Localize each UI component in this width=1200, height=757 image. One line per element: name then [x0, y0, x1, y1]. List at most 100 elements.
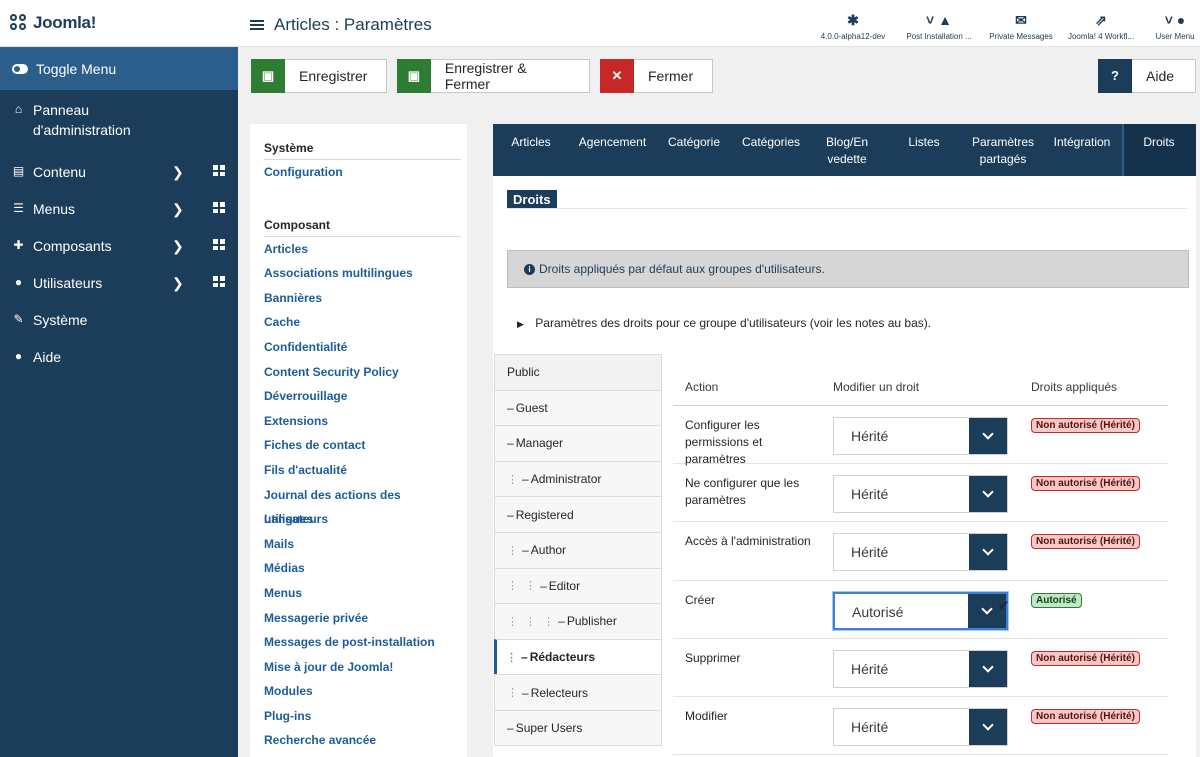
permission-select-value: Hérité	[851, 486, 889, 503]
option-link[interactable]: Messages de post-installation	[264, 630, 461, 655]
permission-select[interactable]: Hérité	[833, 417, 1008, 455]
status-badge: Non autorisé (Hérité)	[1031, 708, 1140, 724]
envelope-icon: ✉	[1015, 12, 1027, 28]
user-group-label: Guest	[515, 400, 548, 415]
user-group-item[interactable]: ⋮ ⋮ ⋮ – Publisher	[494, 603, 662, 639]
save-close-button[interactable]: ▣ Enregistrer & Fermer	[397, 58, 590, 93]
save-button[interactable]: ▣ Enregistrer	[251, 58, 387, 93]
user-group-item[interactable]: Public	[494, 354, 662, 390]
option-link[interactable]: Déverrouillage	[264, 384, 461, 409]
tab[interactable]: Articles	[493, 124, 569, 176]
help-button[interactable]: ? Aide	[1098, 58, 1196, 93]
user-group-label: Relecteurs	[530, 685, 589, 700]
external-link-icon: ⇗	[1095, 12, 1107, 28]
user-group-item[interactable]: – Manager	[494, 425, 662, 461]
check-icon: ✔	[998, 597, 1009, 613]
tab[interactable]: Blog/En vedette	[810, 124, 884, 176]
chevron-down-icon	[969, 534, 1007, 571]
header-button[interactable]: ˅ ▲ Post Installation ...	[904, 12, 974, 41]
tab[interactable]: Catégorie	[656, 124, 732, 176]
sidebar-item-label: Contenu	[33, 164, 86, 180]
details-toggle[interactable]: ▶ Paramètres des droits pour ce groupe d…	[517, 316, 931, 330]
table-row: Ne configurer que les paramètres Hérité No…	[673, 464, 1168, 523]
user-group-label: Publisher	[566, 614, 617, 629]
users-icon: ●	[14, 275, 23, 289]
user-group-item[interactable]: ⋮ – Administrator	[494, 460, 662, 497]
user-group-item[interactable]: ⋮ – Rédacteurs	[494, 638, 662, 675]
option-link[interactable]: Médias	[264, 556, 461, 581]
option-link[interactable]: Recherche avancée	[264, 728, 461, 753]
option-link[interactable]: Messagerie privée	[264, 606, 461, 631]
permission-select[interactable]: Hérité	[833, 707, 1008, 746]
chevron-down-icon	[969, 476, 1007, 513]
option-link[interactable]: Redirections	[264, 753, 461, 757]
sidebar-item-label: Système	[33, 312, 88, 328]
main-card: Articles Agencement Catégorie Catégories Blo…	[493, 124, 1196, 757]
dashboard-grid-icon[interactable]	[213, 202, 225, 213]
option-link[interactable]: Fiches de contact	[264, 433, 461, 458]
option-link[interactable]: Confidentialité	[264, 335, 461, 360]
sidebar-item[interactable]: ▤ Contenu ❯	[0, 162, 238, 182]
user-group-item[interactable]: ⋮ – Author	[494, 531, 662, 568]
option-link[interactable]: Cache	[264, 310, 461, 335]
table-row: Modifier Hérité Non autorisé (Hérité)	[673, 697, 1168, 756]
header-button-label: Joomla! 4 Workfl...	[1067, 32, 1135, 41]
sidebar-item[interactable]: ● Aide	[0, 347, 238, 367]
logo[interactable]: Joomla!	[0, 0, 238, 47]
action-label: Accès à l'administration	[685, 534, 811, 549]
permission-select[interactable]: Hérité	[833, 475, 1008, 514]
option-link[interactable]: Plug-ins	[264, 704, 461, 729]
chevron-right-icon[interactable]: ❯	[172, 238, 184, 255]
permission-select-value: Autorisé	[852, 603, 904, 620]
sidebar-item[interactable]: ● Utilisateurs ❯	[0, 273, 238, 293]
permission-select[interactable]: Autorisé	[833, 591, 1008, 630]
chevron-right-icon[interactable]: ❯	[172, 164, 184, 181]
dashboard-grid-icon[interactable]	[213, 165, 225, 176]
option-link[interactable]: Bannières	[264, 286, 461, 311]
option-link[interactable]: Langues	[264, 507, 461, 532]
status-badge: Non autorisé (Hérité)	[1031, 418, 1140, 433]
option-link[interactable]: Fils d'actualité	[264, 458, 461, 483]
permission-select[interactable]: Hérité	[833, 649, 1008, 688]
tab[interactable]: Agencement	[569, 124, 656, 176]
tab[interactable]: Droits	[1122, 124, 1196, 176]
user-group-item[interactable]: – Guest	[494, 389, 662, 426]
chevron-right-icon[interactable]: ❯	[172, 275, 184, 292]
user-group-item[interactable]: – Super Users	[494, 709, 662, 746]
option-link[interactable]: Mise à jour de Joomla!	[264, 655, 461, 680]
header-button[interactable]: ⇗ Joomla! 4 Workfl...	[1066, 12, 1136, 41]
option-link[interactable]: Content Security Policy	[264, 360, 461, 385]
page-title: Articles : Paramètres	[250, 15, 432, 35]
sidebar-item[interactable]: ✎ Système	[0, 310, 238, 330]
permission-select[interactable]: Hérité	[833, 533, 1008, 572]
dashboard-grid-icon[interactable]	[213, 276, 225, 287]
header-button[interactable]: ✉ Private Messages	[986, 12, 1056, 41]
option-link[interactable]: Associations multilingues	[264, 261, 461, 286]
user-group-item[interactable]: ⋮ – Relecteurs	[494, 674, 662, 710]
sidebar-item[interactable]: ✚ Composants ❯	[0, 236, 238, 256]
tab[interactable]: Listes	[884, 124, 964, 176]
option-link[interactable]: Configuration	[264, 160, 461, 185]
status-badge: Non autorisé (Hérité)	[1031, 650, 1140, 666]
sidebar-item[interactable]: ☰ Menus ❯	[0, 199, 238, 219]
status-badge: Non autorisé (Hérité)	[1031, 534, 1140, 550]
option-link[interactable]: Extensions	[264, 409, 461, 434]
user-group-item[interactable]: ⋮ ⋮ – Editor	[494, 567, 662, 604]
option-link[interactable]: Journal des actions des utilisateurs	[264, 483, 461, 526]
close-button[interactable]: ✕ Fermer	[600, 58, 713, 93]
dashboard-grid-icon[interactable]	[213, 239, 225, 250]
option-link[interactable]: Menus	[264, 581, 461, 606]
tab[interactable]: Catégories	[732, 124, 810, 176]
user-group-label: Registered	[515, 507, 574, 522]
tab[interactable]: Intégration	[1042, 124, 1122, 176]
header-button[interactable]: ✱ 4.0.0-alpha12-dev	[818, 12, 888, 41]
option-link[interactable]: Modules	[264, 679, 461, 704]
option-link[interactable]: Articles	[264, 237, 461, 262]
toggle-menu-button[interactable]: Toggle Menu	[0, 47, 238, 90]
chevron-right-icon[interactable]: ❯	[172, 201, 184, 218]
user-group-item[interactable]: – Registered	[494, 496, 662, 532]
tab[interactable]: Paramètres partagés	[964, 124, 1042, 176]
sidebar-item[interactable]: ⌂ Panneau d'administration	[0, 100, 238, 140]
header-button[interactable]: ˅ ● User Menu	[1150, 12, 1200, 41]
option-link[interactable]: Mails	[264, 532, 461, 557]
